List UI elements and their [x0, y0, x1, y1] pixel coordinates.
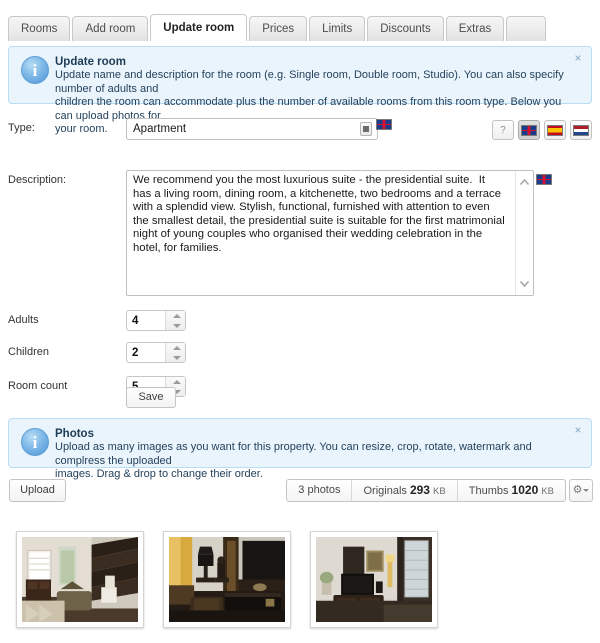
thumbs-unit: KB: [541, 486, 554, 497]
children-value: 2: [132, 347, 139, 359]
gear-icon: ⚙: [572, 484, 583, 496]
tab-add-room[interactable]: Add room: [72, 16, 149, 41]
info-panel-title: Update room: [55, 56, 126, 68]
tab-filler: [506, 16, 547, 41]
info-panel-body-line-1: Update name and description for the room…: [55, 69, 564, 95]
description-textarea[interactable]: We recommend you the most luxurious suit…: [126, 170, 534, 296]
info-panel-update-room: Update room Update name and description …: [8, 46, 592, 135]
description-text: We recommend you the most luxurious suit…: [133, 174, 508, 254]
thumbs-label: Thumbs: [468, 485, 509, 497]
tab-update-room[interactable]: Update room: [150, 14, 248, 41]
thumbs-value: 1020: [511, 483, 539, 497]
settings-button[interactable]: ⚙: [569, 479, 593, 502]
upload-button[interactable]: Upload: [9, 479, 66, 502]
scroll-up-icon[interactable]: [518, 176, 531, 189]
room-form: Type: Apartment Description: We recommen…: [0, 118, 600, 397]
photo-thumbnail[interactable]: [16, 531, 144, 628]
room-count-increment-button[interactable]: [166, 377, 185, 387]
photo-stats-group: 3 photos Originals 293 KB Thumbs 1020 KB: [286, 479, 566, 502]
adults-label: Adults: [8, 314, 39, 326]
info-panel-photos: Photos Upload as many images as you want…: [8, 418, 592, 480]
originals-size-badge[interactable]: Originals 293 KB: [352, 480, 458, 501]
tab-prices[interactable]: Prices: [249, 16, 308, 41]
room-count-label: Room count: [8, 380, 68, 392]
photo-thumbnail[interactable]: [163, 531, 291, 628]
photo-count-badge[interactable]: 3 photos: [287, 480, 353, 501]
info-panel-title: Photos: [55, 428, 94, 440]
type-select[interactable]: Apartment: [126, 118, 378, 140]
type-row: Type: Apartment: [0, 118, 600, 152]
info-icon: [21, 56, 49, 84]
close-icon[interactable]: ×: [572, 52, 584, 64]
tab-bar: Rooms Add room Update room Prices Limits…: [0, 0, 600, 42]
flag-uk-icon: [376, 119, 392, 130]
photo-image: [169, 537, 285, 622]
save-button[interactable]: Save: [126, 387, 176, 408]
photo-thumbnail-list: [16, 531, 438, 628]
description-label: Description:: [8, 174, 67, 186]
adults-increment-button[interactable]: [166, 311, 185, 321]
originals-value: 293: [409, 483, 430, 497]
description-scrollbar[interactable]: [515, 171, 533, 295]
children-row: Children 2: [0, 326, 600, 363]
originals-label: Originals: [363, 485, 407, 497]
chevron-down-icon: [583, 489, 590, 492]
children-increment-button[interactable]: [166, 343, 185, 353]
tab-rooms[interactable]: Rooms: [8, 16, 71, 41]
flag-uk-icon: [536, 174, 552, 185]
photo-image: [22, 537, 138, 622]
info-icon: [21, 428, 49, 456]
tab-limits[interactable]: Limits: [309, 16, 366, 41]
tab-strip: Rooms Add room Update room Prices Limits…: [8, 14, 547, 41]
type-label: Type:: [8, 122, 35, 134]
originals-unit: KB: [433, 486, 446, 497]
tab-discounts[interactable]: Discounts: [367, 16, 444, 41]
adults-row: Adults 4: [0, 292, 600, 331]
photo-thumbnail[interactable]: [310, 531, 438, 628]
room-count-row: Room count 5: [0, 360, 600, 397]
info-panel-body-line-1: Upload as many images as you want for th…: [55, 441, 532, 467]
close-icon[interactable]: ×: [572, 424, 584, 436]
chevron-down-icon[interactable]: [360, 122, 372, 136]
description-row: Description: We recommend you the most l…: [0, 152, 600, 296]
tab-extras[interactable]: Extras: [445, 16, 505, 41]
thumbs-size-badge[interactable]: Thumbs 1020 KB: [458, 480, 565, 501]
scroll-down-icon[interactable]: [518, 277, 531, 290]
photo-image: [316, 537, 432, 622]
children-label: Children: [8, 346, 49, 358]
